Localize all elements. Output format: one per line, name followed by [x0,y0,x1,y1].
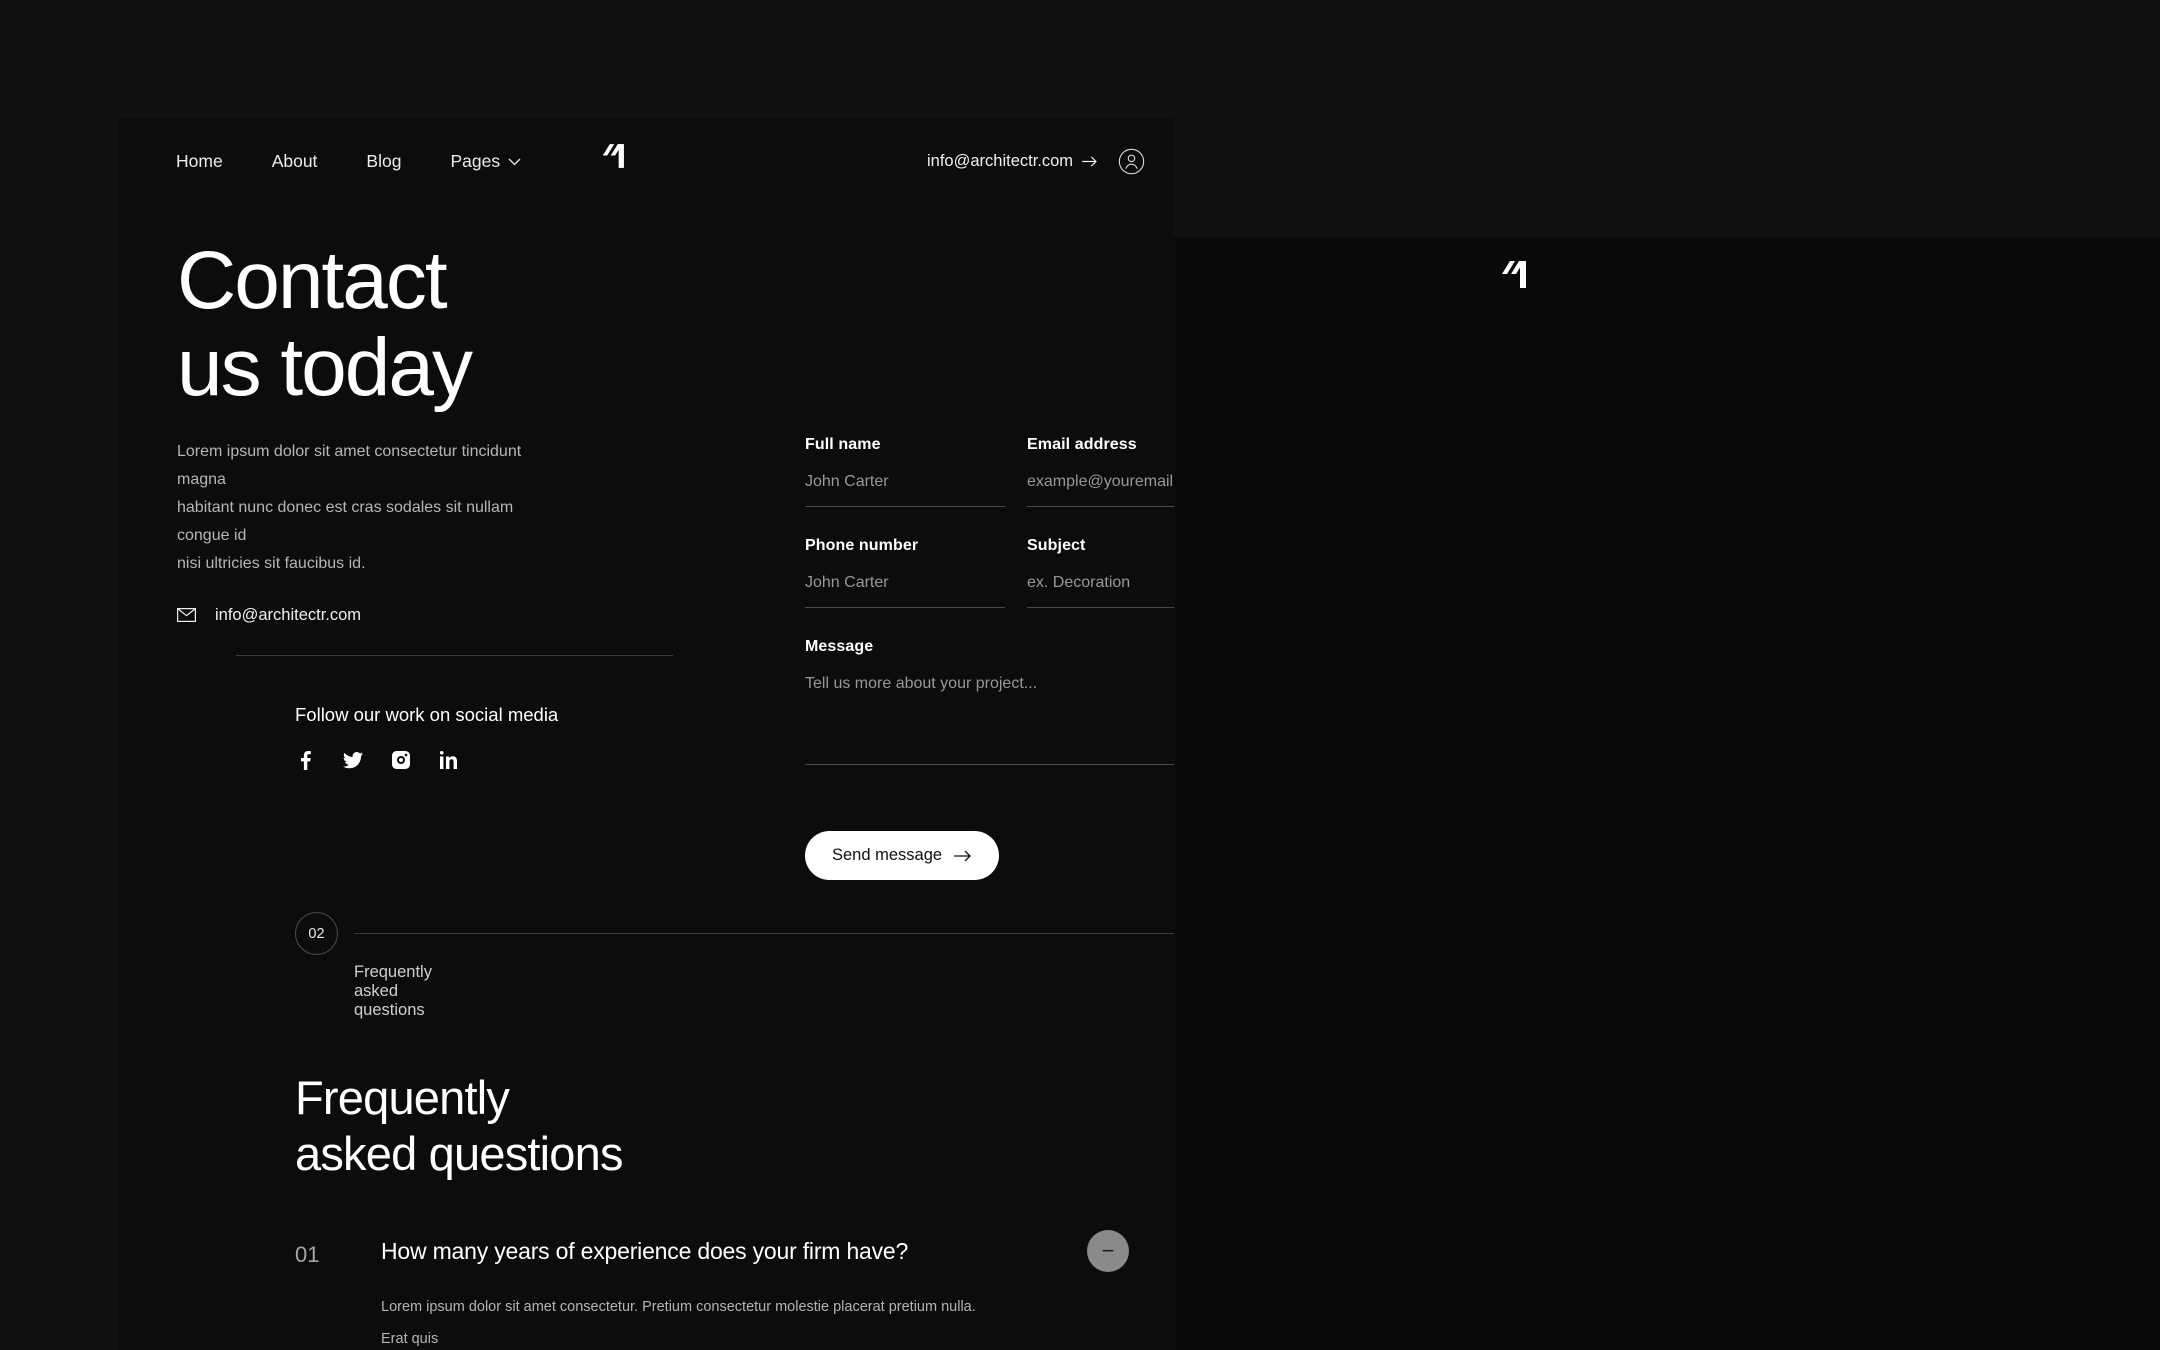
faq-tag-divider [354,933,1174,934]
input-full-name[interactable]: John Carter [805,473,1005,491]
hero-description: Lorem ipsum dolor sit amet consectetur t… [177,442,522,572]
faq-item-answer: Lorem ipsum dolor sit amet consectetur. … [381,1299,976,1347]
window-a-logo[interactable] [601,144,631,168]
contact-form[interactable]: Full name John Carter Email address exam… [805,436,1174,880]
linkedin-glyph [440,751,457,769]
nav-email-link[interactable]: info@architectr.com [927,152,1098,171]
input-message[interactable]: Tell us more about your project... [805,675,1174,749]
facebook-icon[interactable] [295,750,315,770]
instagram-icon[interactable] [391,750,411,770]
field-underline [805,506,1005,507]
label-full-name: Full name [805,436,881,453]
faq-toggle-minus-icon[interactable]: − [1087,1230,1129,1272]
twitter-icon[interactable] [343,750,363,770]
architectr-logo-icon [602,144,624,168]
field-email-address[interactable]: Email address example@youremail.com [1027,436,1174,507]
page-title: Contact us today [177,235,473,413]
faq-item-number: 01 [295,1242,320,1267]
field-message[interactable]: Message Tell us more about your project.… [805,638,1174,765]
nav-link-pages[interactable]: Pages [450,151,521,172]
instagram-glyph [392,751,410,769]
window-a-nav-links: Home About Blog Pages [176,151,521,172]
faq-heading: Frequently asked questions [295,1071,623,1181]
envelope-icon [177,608,196,623]
form-row-1: Full name John Carter Email address exam… [805,436,1174,537]
send-message-label: Send message [832,846,943,864]
input-phone-number[interactable]: John Carter [805,574,1005,592]
nav-link-pages-label: Pages [450,151,501,171]
facebook-glyph [300,750,311,770]
input-subject[interactable]: ex. Decoration [1027,574,1174,592]
field-underline [1027,506,1174,507]
window-a-navbar: Home About Blog Pages info@architectr.co… [118,118,1174,208]
social-section: Follow our work on social media [295,704,558,770]
hero-divider [236,655,673,656]
field-subject[interactable]: Subject ex. Decoration [1027,537,1174,608]
screenshot-stage: g Pages info@architectr.com [0,0,2160,1350]
input-email-address[interactable]: example@youremail.com [1027,473,1174,491]
faq-item-01[interactable]: 01 How many years of experience does you… [295,1230,1129,1350]
field-full-name[interactable]: Full name John Carter [805,436,1005,507]
linkedin-icon[interactable] [439,750,459,770]
social-icon-list [295,750,558,770]
browser-window-projects: g Pages info@architectr.com [1167,237,2160,1350]
faq-item-question: How many years of experience does your f… [381,1238,909,1264]
social-title: Follow our work on social media [295,704,559,725]
window-a-nav-right: info@architectr.com [927,148,1145,175]
label-message: Message [805,638,874,655]
nav-email-text: info@architectr.com [927,152,1074,170]
hero-email-link[interactable]: info@architectr.com [177,606,539,625]
window-b-navbar: g Pages info@architectr.com [1167,237,2160,329]
form-row-2: Phone number John Carter Subject ex. Dec… [805,537,1174,638]
field-underline [805,764,1174,765]
label-subject: Subject [1027,537,1086,554]
nav-link-about[interactable]: About [272,151,318,172]
nav-link-blog[interactable]: Blog [366,151,401,172]
field-underline [805,607,1005,608]
field-phone-number[interactable]: Phone number John Carter [805,537,1005,608]
hero-email-text: info@architectr.com [215,605,362,624]
label-email-address: Email address [1027,436,1137,453]
label-phone-number: Phone number [805,537,919,554]
chevron-down-icon [508,158,521,165]
architectr-logo-icon [1502,261,1526,288]
send-message-button[interactable]: Send message [805,831,1000,880]
nav-link-home[interactable]: Home [176,151,223,172]
arrow-right-icon [954,850,971,861]
window-b-logo[interactable] [1500,261,1534,288]
faq-section-eyebrow: Frequently asked questions [354,963,432,1019]
faq-section-number: 02 [295,912,338,955]
contact-hero: Contact us today Lorem ipsum dolor sit a… [177,235,539,625]
twitter-glyph [343,751,363,768]
faq-item-header[interactable]: 01 How many years of experience does you… [295,1230,1129,1272]
user-circle-icon[interactable] [1118,148,1145,175]
arrow-right-icon [1082,156,1097,167]
browser-window-contact: Home About Blog Pages info@architectr.co… [118,118,1174,1350]
field-underline [1027,607,1174,608]
